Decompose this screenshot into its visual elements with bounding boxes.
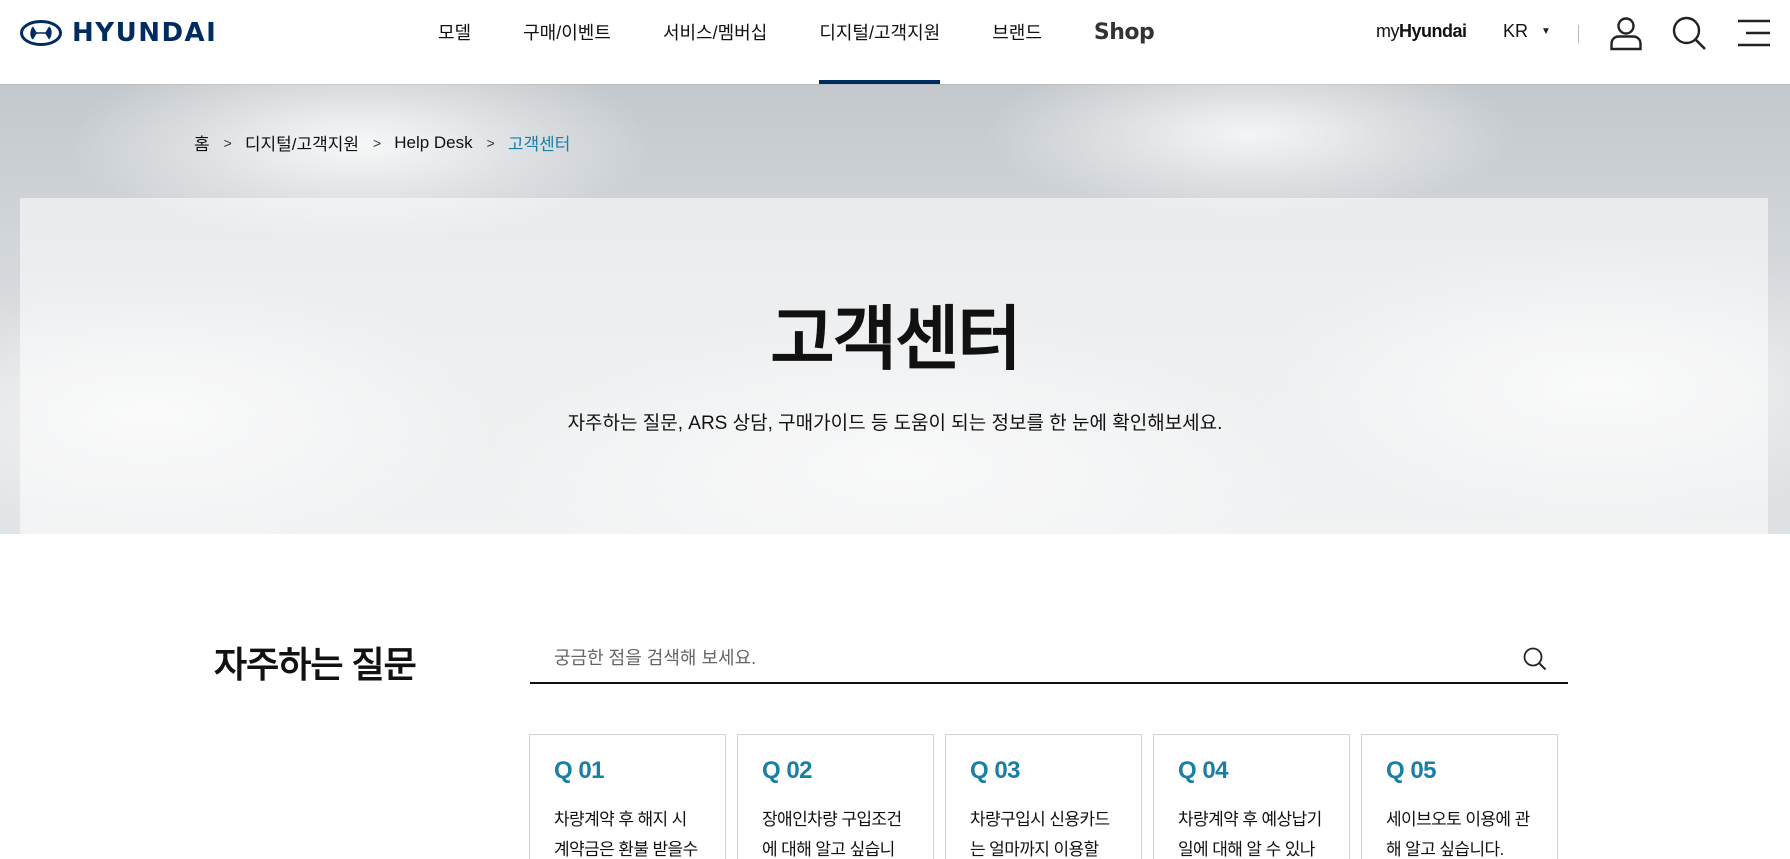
faq-card-question: 차량계약 후 해지 시 계약금은 환불 받을수 있 — [554, 810, 698, 859]
faq-card-question: 차량계약 후 예상납기일에 대해 알 수 있나 — [1178, 810, 1322, 859]
faq-card[interactable]: Q 01 차량계약 후 해지 시 계약금은 환불 받을수 있 — [529, 734, 726, 859]
faq-card[interactable]: Q 04 차량계약 후 예상납기일에 대해 알 수 있나 — [1153, 734, 1350, 859]
faq-card-question: 세이브오토 이용에 관해 알고 싶습니다. — [1386, 810, 1530, 859]
util-divider — [1578, 25, 1579, 43]
faq-search-bar — [530, 636, 1568, 684]
faq-card-list: Q 01 차량계약 후 해지 시 계약금은 환불 받을수 있 Q 02 장애인차… — [529, 734, 1558, 859]
faq-card-question: 차량구입시 신용카드는 얼마까지 이용할 수 — [970, 810, 1110, 859]
breadcrumb-home[interactable]: 홈 — [194, 130, 210, 155]
breadcrumb-help-desk[interactable]: Help Desk — [394, 133, 472, 153]
faq-card-number: Q 01 — [554, 757, 605, 784]
nav-item-digital-support[interactable]: 디지털/고객지원 — [819, 0, 940, 84]
search-icon[interactable] — [1671, 15, 1707, 51]
faq-search-button[interactable] — [1522, 646, 1548, 672]
nav-item-shop[interactable]: Shop — [1094, 0, 1155, 84]
page-description: 자주하는 질문, ARS 상담, 구매가이드 등 도움이 되는 정보를 한 눈에… — [567, 413, 1223, 434]
chevron-right-icon: > — [373, 134, 382, 151]
nav-item-service-membership[interactable]: 서비스/멤버십 — [663, 0, 767, 84]
faq-card[interactable]: Q 03 차량구입시 신용카드는 얼마까지 이용할 수 — [945, 734, 1142, 859]
breadcrumb-current: 고객센터 — [507, 135, 571, 154]
caret-down-icon[interactable]: ▼ — [1541, 26, 1551, 37]
faq-card-number: Q 05 — [1386, 757, 1437, 784]
faq-card-question: 장애인차량 구입조건에 대해 알고 싶습니다. — [762, 810, 902, 859]
faq-card-number: Q 02 — [762, 757, 813, 784]
faq-card-number: Q 04 — [1178, 757, 1229, 784]
faq-search-input[interactable] — [554, 640, 1494, 676]
chevron-right-icon: > — [486, 134, 495, 151]
nav-item-brand[interactable]: 브랜드 — [992, 0, 1042, 84]
hyundai-logo[interactable]: HYUNDAI — [20, 18, 217, 48]
global-header: HYUNDAI 모델 구매/이벤트 서비스/멤버십 디지털/고객지원 브랜드 S… — [0, 0, 1790, 84]
breadcrumb-digital-support[interactable]: 디지털/고객지원 — [245, 130, 359, 155]
nav-item-purchase-events[interactable]: 구매/이벤트 — [523, 0, 611, 84]
logo-wordmark: HYUNDAI — [72, 18, 218, 48]
search-icon — [1523, 647, 1547, 671]
myhyundai-prefix: my — [1376, 21, 1400, 41]
chevron-right-icon: > — [223, 134, 232, 151]
myhyundai-link[interactable]: myHyundai — [1376, 21, 1467, 42]
nav-item-models[interactable]: 모델 — [438, 0, 471, 84]
language-selector[interactable]: KR — [1503, 21, 1528, 42]
menu-icon[interactable] — [1736, 18, 1772, 48]
faq-card-number: Q 03 — [970, 757, 1021, 784]
user-icon[interactable] — [1608, 15, 1644, 51]
faq-card[interactable]: Q 02 장애인차량 구입조건에 대해 알고 싶습니다. — [737, 734, 934, 859]
faq-section-title: 자주하는 질문 — [214, 644, 417, 685]
faq-card[interactable]: Q 05 세이브오토 이용에 관해 알고 싶습니다. — [1361, 734, 1558, 859]
myhyundai-brand: Hyundai — [1399, 21, 1467, 41]
main-nav: 모델 구매/이벤트 서비스/멤버십 디지털/고객지원 브랜드 Shop — [438, 0, 1206, 84]
page-title: 고객센터 — [770, 300, 1022, 378]
breadcrumb: 홈 > 디지털/고객지원 > Help Desk > 고객센터 — [194, 130, 570, 155]
hyundai-logo-icon — [20, 20, 62, 46]
